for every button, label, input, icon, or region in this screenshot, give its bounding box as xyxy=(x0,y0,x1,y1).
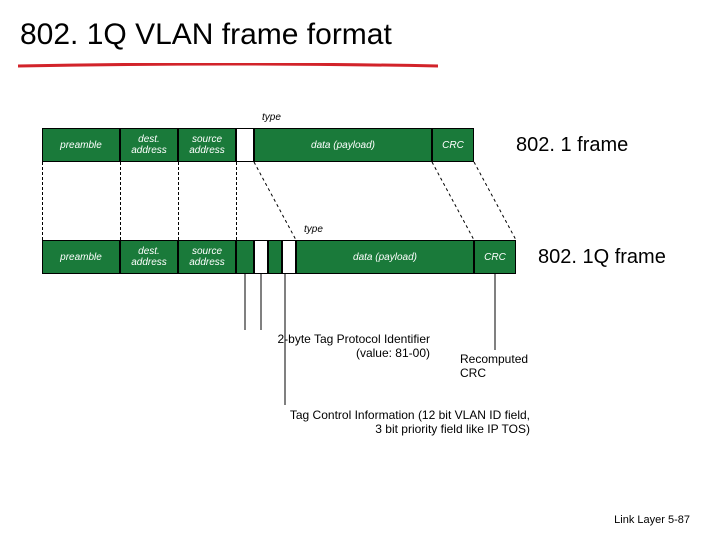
note-crc: Recomputed CRC xyxy=(460,352,550,380)
f1-type xyxy=(236,128,254,162)
f2-tci1 xyxy=(268,240,282,274)
guide-2 xyxy=(120,162,121,240)
type-label-2: type xyxy=(304,224,323,235)
f2-tpid1 xyxy=(236,240,254,274)
page-title: 802. 1Q VLAN frame format xyxy=(20,18,392,52)
title-underline xyxy=(18,58,438,64)
f1-data: data (payload) xyxy=(254,128,432,162)
f2-data: data (payload) xyxy=(296,240,474,274)
guide-3 xyxy=(178,162,179,240)
f2-dest: dest. address xyxy=(120,240,178,274)
type-label-1: type xyxy=(262,112,281,123)
f2-crc: CRC xyxy=(474,240,516,274)
guide-4 xyxy=(236,162,237,240)
f1-source: source address xyxy=(178,128,236,162)
note-tpid: 2-byte Tag Protocol Identifier (value: 8… xyxy=(250,332,430,360)
f1-preamble: preamble xyxy=(42,128,120,162)
page-footer: Link Layer 5-87 xyxy=(614,514,690,526)
f2-type xyxy=(282,240,296,274)
f2-tpid2 xyxy=(254,240,268,274)
frame2-label: 802. 1Q frame xyxy=(538,246,666,269)
guide-1 xyxy=(42,162,43,240)
f1-crc: CRC xyxy=(432,128,474,162)
note-tci: Tag Control Information (12 bit VLAN ID … xyxy=(240,408,530,436)
f2-preamble: preamble xyxy=(42,240,120,274)
frame1-label: 802. 1 frame xyxy=(516,134,628,157)
f2-source: source address xyxy=(178,240,236,274)
f1-dest: dest. address xyxy=(120,128,178,162)
